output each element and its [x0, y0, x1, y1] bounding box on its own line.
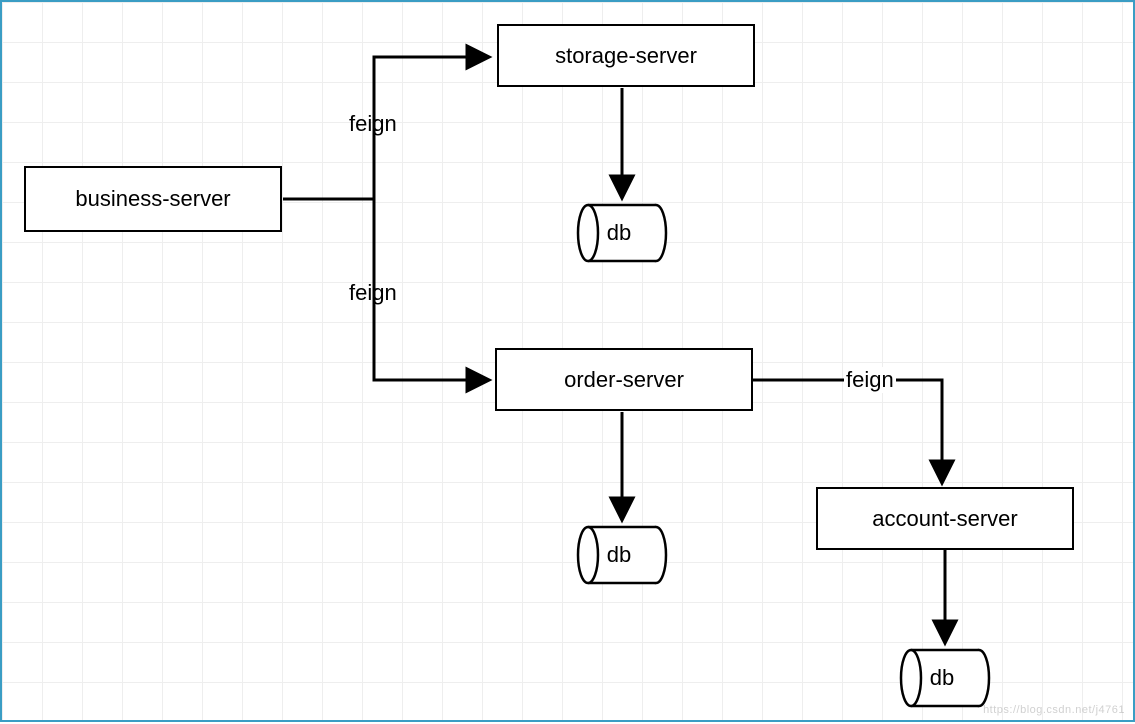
- edge-label-feign-top: feign: [349, 111, 397, 137]
- db-label: db: [607, 220, 631, 246]
- db-storage: db: [576, 202, 668, 264]
- db-label: db: [607, 542, 631, 568]
- watermark: https://blog.csdn.net/j4761: [983, 704, 1125, 716]
- db-account: db: [899, 647, 991, 709]
- node-business-server: business-server: [24, 166, 282, 232]
- db-label: db: [930, 665, 954, 691]
- node-order-server: order-server: [495, 348, 753, 411]
- node-label: storage-server: [555, 43, 697, 69]
- db-order: db: [576, 524, 668, 586]
- node-label: order-server: [564, 367, 684, 393]
- node-storage-server: storage-server: [497, 24, 755, 87]
- diagram-canvas: business-server storage-server order-ser…: [0, 0, 1135, 722]
- node-label: account-server: [872, 506, 1018, 532]
- node-label: business-server: [75, 186, 230, 212]
- edge-label-feign-right: feign: [844, 367, 896, 393]
- edge-label-feign-bottom: feign: [349, 280, 397, 306]
- node-account-server: account-server: [816, 487, 1074, 550]
